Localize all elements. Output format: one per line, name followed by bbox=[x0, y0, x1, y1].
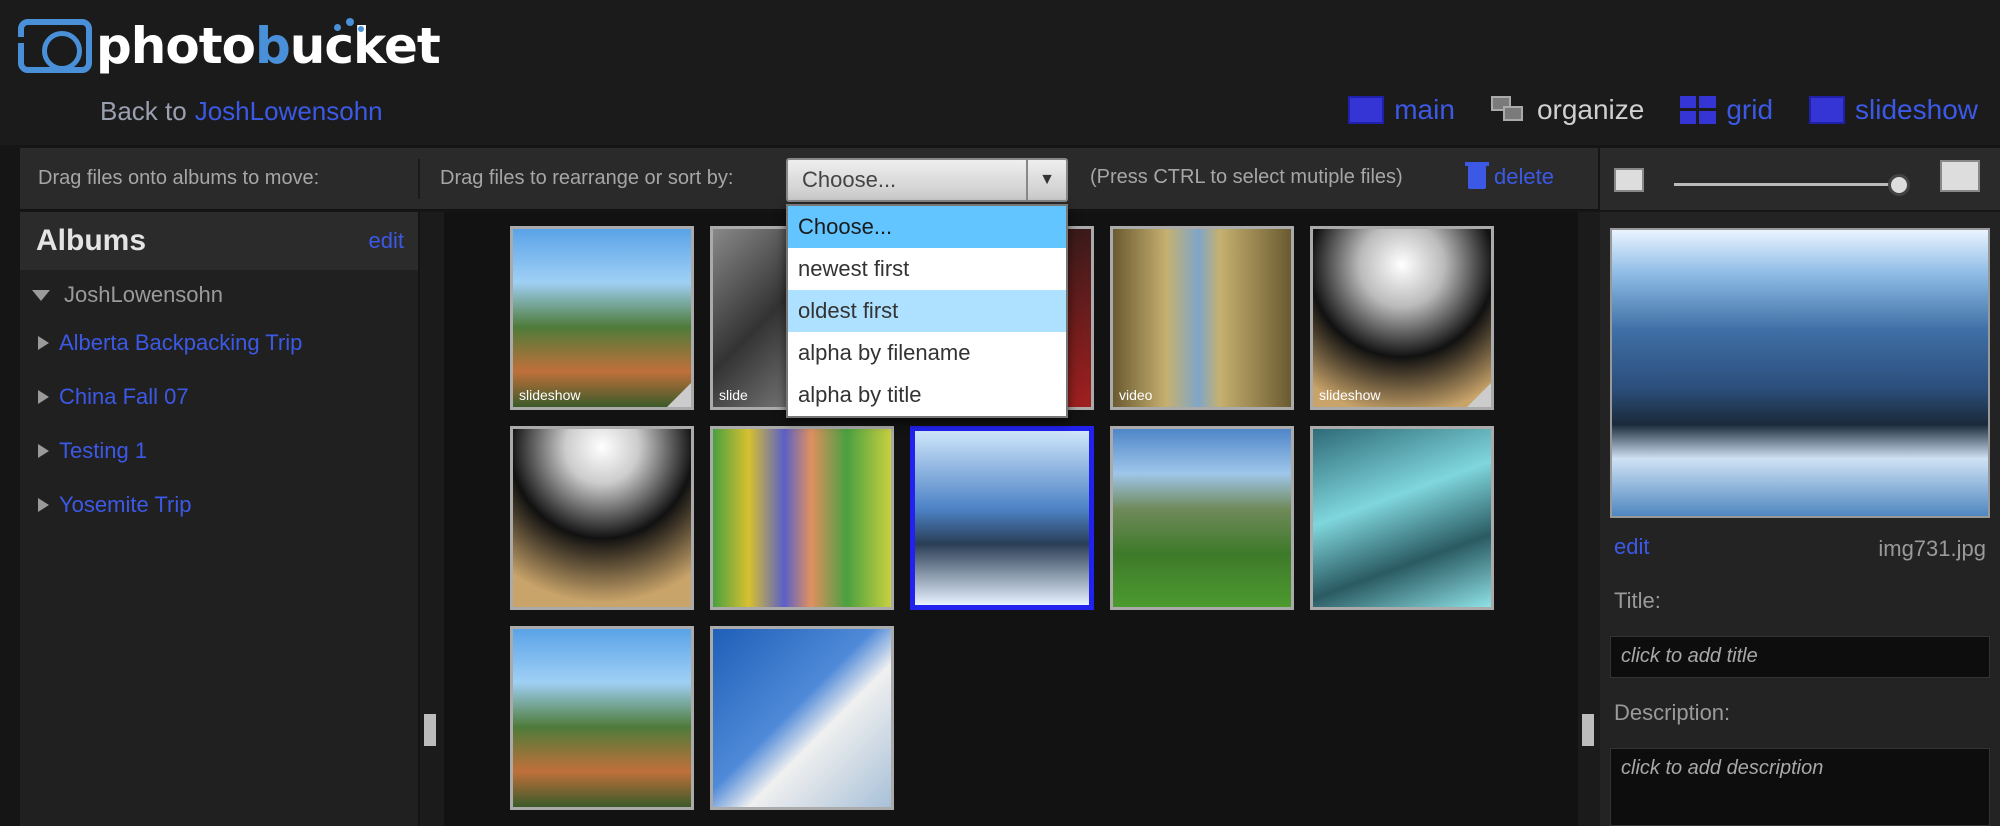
photo-thumbnail[interactable] bbox=[1310, 426, 1494, 610]
corner-fold-icon bbox=[1467, 383, 1491, 407]
photo-preview[interactable] bbox=[1610, 228, 1990, 518]
sidebar-scrollbar[interactable] bbox=[420, 212, 444, 826]
sort-select[interactable]: Choose... ▼ bbox=[786, 158, 1068, 202]
move-hint: Drag files onto albums to move: bbox=[38, 167, 320, 189]
title-field[interactable]: click to add title bbox=[1610, 636, 1990, 678]
photo-filename: img731.jpg bbox=[1878, 536, 1986, 561]
camera-icon bbox=[18, 19, 92, 73]
title-label: Title: bbox=[1614, 588, 1661, 613]
ctrl-hint: (Press CTRL to select mutiple files) bbox=[1090, 166, 1403, 188]
corner-fold-icon bbox=[667, 383, 691, 407]
sort-dropdown-menu: Choose... newest first oldest first alph… bbox=[786, 204, 1068, 418]
small-image-icon[interactable] bbox=[1614, 168, 1644, 192]
expand-right-icon bbox=[38, 336, 49, 350]
photo-thumbnail[interactable]: video bbox=[1110, 226, 1294, 410]
album-item[interactable]: Testing 1 bbox=[20, 424, 418, 478]
album-root[interactable]: JoshLowensohn bbox=[20, 270, 418, 308]
view-main[interactable]: main bbox=[1348, 94, 1455, 126]
view-nav: main organize grid slideshow bbox=[1312, 94, 1978, 126]
view-grid[interactable]: grid bbox=[1680, 94, 1773, 126]
sort-hint: Drag files to rearrange or sort by: bbox=[440, 167, 734, 189]
view-slideshow[interactable]: slideshow bbox=[1809, 94, 1978, 126]
album-item[interactable]: Yosemite Trip bbox=[20, 478, 418, 532]
photo-thumbnail[interactable] bbox=[710, 426, 894, 610]
back-to-label: Back to bbox=[100, 96, 187, 126]
albums-header: Albums edit bbox=[20, 212, 418, 270]
sort-option[interactable]: oldest first bbox=[788, 290, 1066, 332]
album-item[interactable]: Alberta Backpacking Trip bbox=[20, 316, 418, 370]
photo-thumbnail[interactable] bbox=[1110, 426, 1294, 610]
logo-dots bbox=[328, 16, 368, 36]
trash-icon bbox=[1465, 162, 1489, 189]
photo-thumbnail[interactable]: slideshow bbox=[1310, 226, 1494, 410]
photo-thumbnail[interactable] bbox=[710, 626, 894, 810]
back-to-user-link[interactable]: JoshLowensohn bbox=[195, 96, 383, 126]
albums-sidebar: Albums edit JoshLowensohn Alberta Backpa… bbox=[20, 212, 418, 826]
main-view-icon bbox=[1348, 96, 1385, 124]
scrollbar-handle[interactable] bbox=[424, 714, 436, 746]
sort-option[interactable]: Choose... bbox=[788, 206, 1066, 248]
zoom-bar bbox=[1600, 148, 2000, 210]
zoom-slider-track[interactable] bbox=[1674, 183, 1904, 186]
description-field[interactable]: click to add description bbox=[1610, 748, 1990, 826]
slideshow-view-icon bbox=[1809, 96, 1846, 124]
header: photobucket Back to JoshLowensohn main or… bbox=[0, 0, 2000, 145]
albums-edit-link[interactable]: edit bbox=[369, 228, 404, 254]
expand-right-icon bbox=[38, 498, 49, 512]
expand-right-icon bbox=[38, 390, 49, 404]
album-list: Alberta Backpacking Trip China Fall 07 T… bbox=[20, 308, 418, 532]
delete-button[interactable]: delete bbox=[1465, 162, 1554, 190]
view-organize[interactable]: organize bbox=[1490, 94, 1644, 126]
sort-option[interactable]: newest first bbox=[788, 248, 1066, 290]
description-label: Description: bbox=[1614, 700, 1731, 725]
albums-title: Albums bbox=[36, 224, 147, 257]
expand-right-icon bbox=[38, 444, 49, 458]
photo-thumbnail[interactable] bbox=[510, 426, 694, 610]
photo-edit-link[interactable]: edit bbox=[1614, 534, 1649, 560]
sort-option[interactable]: alpha by filename bbox=[788, 332, 1066, 374]
large-image-icon[interactable] bbox=[1940, 160, 1980, 192]
zoom-slider-handle[interactable] bbox=[1888, 174, 1910, 196]
photo-thumbnail[interactable]: slideshow bbox=[510, 226, 694, 410]
album-item[interactable]: China Fall 07 bbox=[20, 370, 418, 424]
scrollbar-handle[interactable] bbox=[1582, 714, 1594, 746]
photo-thumbnail[interactable] bbox=[510, 626, 694, 810]
photobucket-logo[interactable]: photobucket bbox=[18, 16, 441, 76]
sort-option[interactable]: alpha by title bbox=[788, 374, 1066, 416]
logo-wordmark: photobucket bbox=[96, 17, 441, 75]
chevron-down-icon[interactable]: ▼ bbox=[1026, 160, 1066, 200]
photo-details-panel: edit img731.jpg Title: click to add titl… bbox=[1600, 212, 2000, 826]
expand-down-icon bbox=[32, 289, 50, 301]
grid-scrollbar[interactable] bbox=[1578, 212, 1600, 826]
back-to-link: Back to JoshLowensohn bbox=[100, 96, 383, 127]
grid-view-icon bbox=[1680, 96, 1717, 124]
sort-select-value: Choose... bbox=[802, 167, 897, 192]
organize-view-icon bbox=[1490, 96, 1527, 124]
selected-photo-thumbnail[interactable] bbox=[910, 426, 1094, 610]
